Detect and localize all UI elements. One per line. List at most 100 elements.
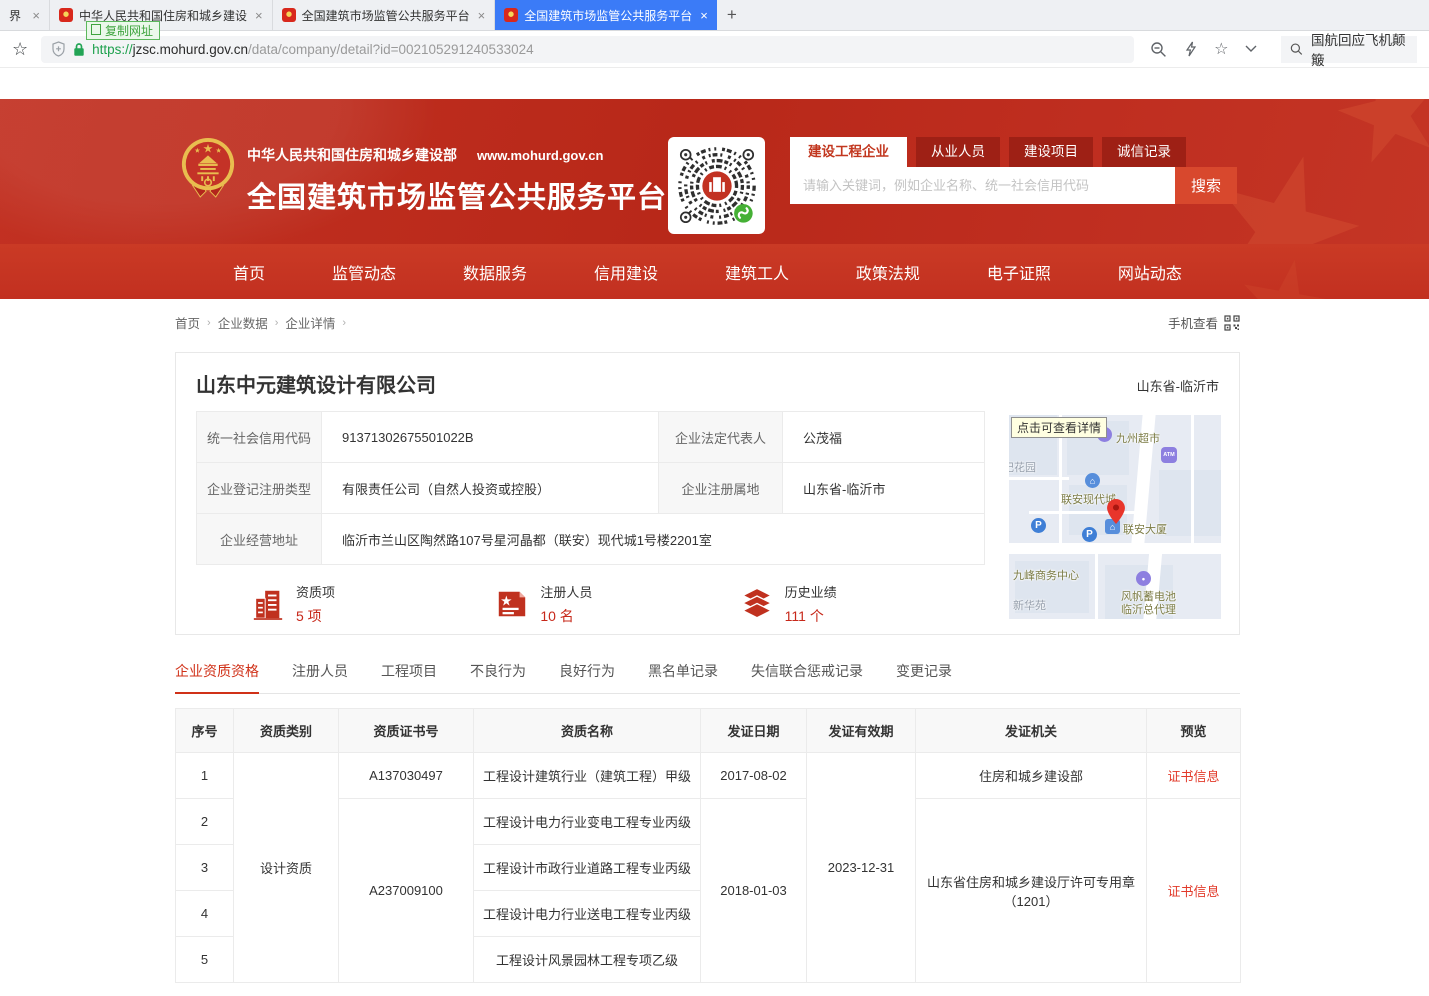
nav-item-credit[interactable]: 信用建设: [594, 260, 658, 284]
company-region: 山东省-临沂市: [1137, 369, 1219, 398]
toolbar-icons: ☆: [1150, 39, 1257, 59]
search-tab-enterprise[interactable]: 建设工程企业: [790, 137, 907, 167]
browser-search-box[interactable]: 国航回应飞机颠簸: [1281, 36, 1417, 63]
map-area-garden: 纪花园: [1009, 459, 1036, 475]
favorites-star-icon[interactable]: ☆: [1214, 39, 1228, 59]
cert-info-link[interactable]: 证书信息: [1167, 769, 1219, 784]
nav-item-supervision[interactable]: 监管动态: [332, 260, 396, 284]
browser-tab-partial[interactable]: 界 ×: [0, 0, 50, 30]
nav-item-home[interactable]: 首页: [233, 260, 265, 284]
url-text: https://jzsc.mohurd.gov.cn/data/company/…: [92, 42, 533, 57]
tab-dishonesty[interactable]: 失信联合惩戒记录: [751, 661, 863, 693]
cell-no: 1: [176, 753, 234, 799]
search-tab-personnel[interactable]: 从业人员: [916, 137, 1000, 167]
header-cell: 资质类别: [234, 709, 339, 753]
location-map[interactable]: 点击可查看详情 • 九州超市 ATM 纪花园 ⌂ 联安现代城 ⌂ 联安大厦 P …: [1009, 415, 1221, 619]
breadcrumb: 首页 › 企业数据 › 企业详情 ›: [175, 313, 346, 332]
page-gap: [0, 68, 1429, 99]
cell-no: 5: [176, 937, 234, 983]
map-road: [1009, 543, 1221, 554]
flash-icon[interactable]: [1184, 41, 1197, 57]
stat-registered-personnel: 注册人员 10 名: [495, 582, 739, 626]
info-value-address: 临沂市兰山区陶然路107号星河晶都（联安）现代城1号楼2201室: [322, 514, 985, 565]
mobile-view-label: 手机查看: [1168, 313, 1218, 332]
tab-good-behavior[interactable]: 良好行为: [559, 661, 615, 693]
tab-close-icon[interactable]: ×: [255, 9, 263, 22]
site-favicon-icon: [282, 8, 296, 22]
browser-tab-strip: 界 × 中华人民共和国住房和城乡建设 × 全国建筑市场监管公共服务平台 × 全国…: [0, 0, 1429, 31]
tab-blacklist[interactable]: 黑名单记录: [648, 661, 718, 693]
main-nav: 首页 监管动态 数据服务 信用建设 建筑工人 政策法规 电子证照 网站动态: [0, 244, 1429, 299]
mobile-view-button[interactable]: 手机查看: [1168, 313, 1240, 332]
breadcrumb-row: 首页 › 企业数据 › 企业详情 › 手机查看: [175, 313, 1240, 332]
site-favicon-icon: [59, 8, 73, 22]
site-favicon-icon: [504, 8, 518, 22]
header-cell: 序号: [176, 709, 234, 753]
tab-close-icon[interactable]: ×: [32, 9, 40, 22]
new-tab-button[interactable]: +: [717, 0, 747, 30]
cell-no: 4: [176, 891, 234, 937]
cell-category: 设计资质: [234, 753, 339, 983]
tab-change-records[interactable]: 变更记录: [896, 661, 952, 693]
nav-item-site-news[interactable]: 网站动态: [1118, 260, 1182, 284]
breadcrumb-home[interactable]: 首页: [175, 313, 200, 332]
cell-qual-name: 工程设计风景园林工程专项乙级: [474, 937, 701, 983]
url-bar[interactable]: https://jzsc.mohurd.gov.cn/data/company/…: [41, 36, 1134, 63]
lock-icon: [73, 42, 85, 57]
building-marker-icon: ⌂: [1085, 473, 1100, 488]
cell-no: 3: [176, 845, 234, 891]
parking-icon: P: [1082, 527, 1097, 542]
breadcrumb-separator: ›: [275, 317, 279, 329]
tab-close-icon[interactable]: ×: [478, 9, 486, 22]
tab-title: 界: [9, 7, 24, 24]
company-summary-panel: 山东中元建筑设计有限公司 山东省-临沂市 统一社会信用代码 9137130267…: [175, 352, 1240, 635]
map-poi-biz-center: 九峰商务中心: [1013, 567, 1079, 583]
nav-item-data-service[interactable]: 数据服务: [463, 260, 527, 284]
nav-item-policy[interactable]: 政策法规: [856, 260, 920, 284]
search-icon: [1290, 42, 1303, 56]
cell-cert-no: A137030497: [339, 753, 474, 799]
table-row: 1 设计资质 A137030497 工程设计建筑行业（建筑工程）甲级 2017-…: [176, 753, 1241, 799]
bookmark-star-icon[interactable]: ☆: [12, 39, 28, 60]
site-header: 中华人民共和国住房和城乡建设部 www.mohurd.gov.cn 全国建筑市场…: [0, 99, 1429, 244]
stat-value: 5 项: [296, 606, 335, 626]
map-poi-battery-line2: 临沂总代理: [1121, 601, 1176, 617]
flag-star-decoration: [1231, 251, 1341, 299]
qr-pattern-icon: [673, 142, 761, 230]
map-poi-tower: 联安大厦: [1123, 521, 1167, 537]
breadcrumb-company-detail[interactable]: 企业详情: [285, 313, 335, 332]
shield-plus-icon[interactable]: [51, 41, 66, 57]
info-label: 企业登记注册类型: [197, 463, 322, 514]
cert-info-link[interactable]: 证书信息: [1167, 884, 1219, 899]
qr-code-icon: [1224, 315, 1240, 331]
tab-close-icon[interactable]: ×: [700, 9, 708, 22]
browser-tab-active[interactable]: 全国建筑市场监管公共服务平台 ×: [495, 0, 717, 30]
detail-tabs: 企业资质资格 注册人员 工程项目 不良行为 良好行为 黑名单记录 失信联合惩戒记…: [175, 661, 1240, 694]
search-category-tabs: 建设工程企业 从业人员 建设项目 诚信记录: [790, 137, 1237, 167]
table-row: 企业经营地址 临沂市兰山区陶然路107号星河晶都（联安）现代城1号楼2201室: [197, 514, 985, 565]
tab-bad-behavior[interactable]: 不良行为: [470, 661, 526, 693]
map-road: [1095, 554, 1098, 619]
tab-projects[interactable]: 工程项目: [381, 661, 437, 693]
breadcrumb-company-data[interactable]: 企业数据: [218, 313, 268, 332]
stat-label: 资质项: [296, 582, 335, 601]
map-poi-supermarket: 九州超市: [1116, 430, 1160, 446]
browser-tab-mohurd[interactable]: 中华人民共和国住房和城乡建设 ×: [50, 0, 273, 30]
tab-registered-personnel[interactable]: 注册人员: [292, 661, 348, 693]
company-search-input[interactable]: [790, 167, 1175, 204]
browser-tab-jzsc[interactable]: 全国建筑市场监管公共服务平台 ×: [273, 0, 496, 30]
map-road: [1191, 415, 1194, 543]
table-row: 统一社会信用代码 91371302675501022B 企业法定代表人 公茂福: [197, 412, 985, 463]
nav-item-e-license[interactable]: 电子证照: [987, 260, 1051, 284]
search-tab-credit[interactable]: 诚信记录: [1102, 137, 1186, 167]
search-button[interactable]: 搜索: [1175, 167, 1237, 204]
chevron-down-icon[interactable]: [1245, 45, 1257, 53]
header-cell: 发证有效期: [807, 709, 916, 753]
tab-qualifications[interactable]: 企业资质资格: [175, 661, 259, 694]
nav-item-workers[interactable]: 建筑工人: [725, 260, 789, 284]
zoom-out-icon[interactable]: [1150, 41, 1167, 58]
cell-no: 2: [176, 799, 234, 845]
red-pin-icon: [1107, 499, 1125, 524]
cell-issue-date: 2017-08-02: [701, 753, 807, 799]
search-tab-project[interactable]: 建设项目: [1009, 137, 1093, 167]
